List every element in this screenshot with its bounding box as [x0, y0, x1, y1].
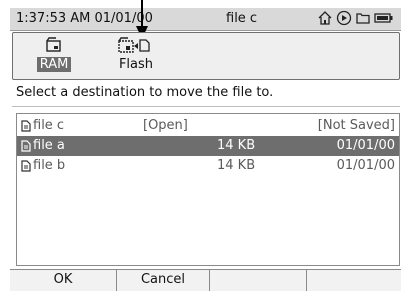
softkey-3[interactable] — [210, 270, 307, 291]
divider — [12, 106, 400, 107]
file-name: file c — [33, 118, 65, 133]
open-status: [Open] — [143, 118, 188, 133]
folder-icon[interactable] — [355, 10, 371, 26]
screen: 1:37:53 AM 01/01/00 file c RAM Flash Sel… — [10, 0, 401, 291]
flash-option[interactable]: Flash — [107, 35, 165, 77]
status-bar: 1:37:53 AM 01/01/00 file c — [10, 8, 401, 31]
ram-drive-icon — [46, 37, 61, 52]
list-item[interactable]: file c [Open] [Not Saved] — [17, 116, 399, 136]
softkey-4[interactable] — [307, 270, 401, 291]
file-name: file b — [33, 158, 66, 173]
ram-label: RAM — [36, 57, 72, 72]
cancel-button[interactable]: Cancel — [117, 270, 210, 291]
document-icon — [21, 120, 31, 132]
file-list[interactable]: file c [Open] [Not Saved] file a 14 KB 0… — [16, 113, 400, 266]
battery-icon — [374, 13, 393, 23]
instruction-text: Select a destination to move the file to… — [16, 85, 274, 100]
file-name-cell: file b — [21, 156, 65, 176]
document-icon — [21, 140, 31, 152]
file-date: 01/01/00 — [336, 158, 395, 173]
softkey-bar: OK Cancel — [10, 269, 401, 291]
flash-drive-icon — [118, 37, 150, 53]
status-icons — [317, 10, 394, 26]
file-name-cell: file c — [21, 116, 64, 136]
clock: 1:37:53 AM 01/01/00 — [16, 11, 153, 26]
file-name: file a — [33, 138, 65, 153]
file-date: 01/01/00 — [336, 138, 395, 153]
home-icon[interactable] — [317, 10, 333, 26]
list-item-selected[interactable]: file a 14 KB 01/01/00 — [17, 136, 399, 156]
list-item[interactable]: file b 14 KB 01/01/00 — [17, 156, 399, 176]
file-size: 14 KB — [217, 158, 256, 173]
document-icon — [21, 160, 31, 172]
ok-button[interactable]: OK — [10, 270, 117, 291]
window-title: file c — [226, 11, 258, 26]
flash-label: Flash — [118, 57, 154, 72]
file-name-cell: file a — [21, 136, 65, 156]
storage-selector: RAM Flash — [12, 32, 400, 80]
file-date: [Not Saved] — [317, 118, 395, 133]
play-icon[interactable] — [336, 10, 352, 26]
file-size: 14 KB — [217, 138, 256, 153]
ram-option[interactable]: RAM — [29, 35, 79, 77]
